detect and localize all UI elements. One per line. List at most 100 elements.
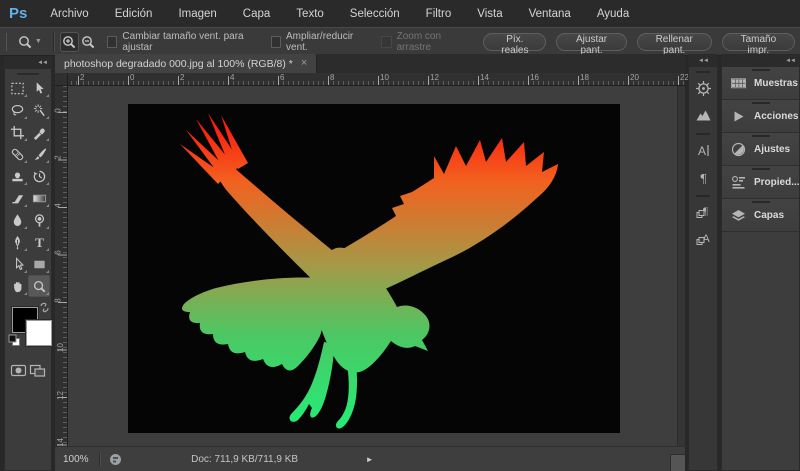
panel-dock-collapse-button[interactable]: ◄◄: [722, 55, 799, 67]
shape-tool[interactable]: [28, 253, 50, 275]
move-tool[interactable]: [28, 77, 50, 99]
toolbar-collapse-button[interactable]: ◄◄: [5, 57, 51, 69]
zoom-in-button[interactable]: [60, 32, 79, 52]
canvas-area[interactable]: [68, 86, 685, 447]
option-button-3[interactable]: Tamaño impr.: [722, 33, 795, 51]
panel-label: Acciones: [754, 111, 798, 122]
panel-button-properties[interactable]: Propied...: [722, 166, 799, 199]
hand-tool[interactable]: [6, 275, 28, 297]
quick-mask-icon[interactable]: [10, 363, 27, 378]
brush-tool[interactable]: [28, 143, 50, 165]
panel-button-actions[interactable]: Acciones: [722, 100, 799, 133]
window-resize-grip[interactable]: [670, 454, 685, 471]
menu-imagen[interactable]: Imagen: [165, 8, 229, 20]
option-button-0[interactable]: Píx. reales: [483, 33, 546, 51]
eraser-tool[interactable]: [6, 187, 28, 209]
panel-icon-paragraph[interactable]: ¶: [689, 164, 717, 191]
menu-capa[interactable]: Capa: [230, 8, 284, 20]
checkbox-icon[interactable]: [107, 36, 117, 48]
option-button-1[interactable]: Ajustar pant.: [556, 33, 626, 51]
default-colors-icon[interactable]: [8, 334, 21, 347]
character-styles-icon: A: [695, 231, 712, 248]
panel-icon-histogram[interactable]: [689, 102, 717, 129]
document-tab-title: photoshop degradado 000.jpg al 100% (RGB…: [64, 58, 293, 70]
histogram-icon: [695, 107, 712, 124]
panel-group-grip[interactable]: [696, 71, 710, 73]
paragraph-icon: ¶: [695, 169, 712, 186]
color-swatches: [5, 303, 51, 355]
actions-icon: [730, 108, 747, 125]
gradient-tool[interactable]: [28, 187, 50, 209]
ruler-number: 8: [54, 298, 63, 302]
panel-icon-navigator[interactable]: [689, 75, 717, 102]
ruler-number: 12: [430, 73, 439, 82]
option-checkbox-0[interactable]: Cambiar tamaño vent. para ajustar: [107, 31, 253, 53]
panel-group-grip[interactable]: [696, 133, 710, 135]
dodge-tool[interactable]: [28, 209, 50, 231]
option-button-2[interactable]: Rellenar pant.: [637, 33, 712, 51]
background-color-swatch[interactable]: [26, 320, 52, 346]
zoom-out-button[interactable]: [79, 32, 98, 52]
swap-colors-icon[interactable]: [38, 301, 51, 314]
document-tab[interactable]: photoshop degradado 000.jpg al 100% (RGB…: [55, 54, 317, 73]
panel-grip[interactable]: [752, 102, 770, 104]
panel-grip[interactable]: [752, 201, 770, 203]
screen-mode-icon[interactable]: [29, 363, 46, 378]
panel-icon-paragraph-styles[interactable]: ¶: [689, 199, 717, 226]
history-brush-tool[interactable]: [28, 165, 50, 187]
panel-button-layers[interactable]: Capas: [722, 199, 799, 232]
options-buttons: Píx. reales Ajustar pant. Rellenar pant. Ta…: [478, 33, 800, 51]
clone-stamp-tool[interactable]: [6, 165, 28, 187]
panel-group-grip[interactable]: [696, 195, 710, 197]
panel-grip[interactable]: [752, 69, 770, 71]
crop-tool[interactable]: [6, 121, 28, 143]
magic-wand-tool[interactable]: [28, 99, 50, 121]
menu-texto[interactable]: Texto: [283, 8, 337, 20]
zoom-icon: [32, 279, 47, 294]
eagle-gradient-artwork: [128, 104, 620, 433]
vertical-ruler[interactable]: 02468101214: [55, 86, 68, 447]
menu-seleccion[interactable]: Selección: [337, 8, 413, 20]
zoom-tool-preset[interactable]: ▼: [11, 32, 48, 52]
menu-bar: Ps ArchivoEdiciónImagenCapaTextoSelecció…: [0, 0, 800, 28]
eyedropper-tool[interactable]: [28, 121, 50, 143]
close-icon[interactable]: ×: [301, 58, 307, 69]
panel-grip[interactable]: [752, 135, 770, 137]
options-bar-grip[interactable]: [6, 33, 7, 51]
option-checkbox-1[interactable]: Ampliar/reducir vent.: [271, 31, 364, 53]
rectangular-marquee-tool[interactable]: [6, 77, 28, 99]
strip-icons: A ¶ ¶ A: [689, 71, 717, 253]
menu-ayuda[interactable]: Ayuda: [584, 8, 642, 20]
panel-icon-character[interactable]: A: [689, 137, 717, 164]
menu-vista[interactable]: Vista: [464, 8, 515, 20]
document-image[interactable]: [128, 104, 620, 433]
panel-dock: ◄◄ Muestras Acciones AjustesPropied...Capa…: [721, 54, 800, 471]
status-circle-icon: [109, 453, 122, 466]
character-icon: A: [695, 142, 712, 159]
zoom-level-field[interactable]: 100%: [55, 454, 99, 465]
toolbar-grip[interactable]: [17, 73, 39, 75]
type-tool[interactable]: T: [28, 231, 50, 253]
icon-strip-collapse-button[interactable]: ◄◄: [689, 55, 717, 67]
menu-ventana[interactable]: Ventana: [516, 8, 584, 20]
lasso-tool[interactable]: [6, 99, 28, 121]
option-checkbox-2: Zoom con arrastre: [381, 31, 465, 53]
panel-button-swatches[interactable]: Muestras: [722, 67, 799, 100]
properties-icon: [730, 174, 747, 191]
checkbox-icon[interactable]: [271, 36, 281, 48]
menu-edicion[interactable]: Edición: [102, 8, 166, 20]
hand-icon: [10, 279, 25, 294]
blur-tool[interactable]: [6, 209, 28, 231]
path-selection-tool[interactable]: [6, 253, 28, 275]
menu-filtro[interactable]: Filtro: [413, 8, 465, 20]
zoom-tool[interactable]: [28, 275, 50, 297]
panel-icon-character-styles[interactable]: A: [689, 226, 717, 253]
status-menu-arrow-icon[interactable]: ►: [360, 455, 380, 464]
pen-tool[interactable]: [6, 231, 28, 253]
panel-button-adjust[interactable]: Ajustes: [722, 133, 799, 166]
spot-healing-brush-tool[interactable]: [6, 143, 28, 165]
vertical-scrollbar[interactable]: [677, 86, 685, 447]
panel-grip[interactable]: [752, 168, 770, 170]
horizontal-ruler[interactable]: 20246810121416182022: [68, 73, 685, 86]
menu-archivo[interactable]: Archivo: [37, 8, 101, 20]
